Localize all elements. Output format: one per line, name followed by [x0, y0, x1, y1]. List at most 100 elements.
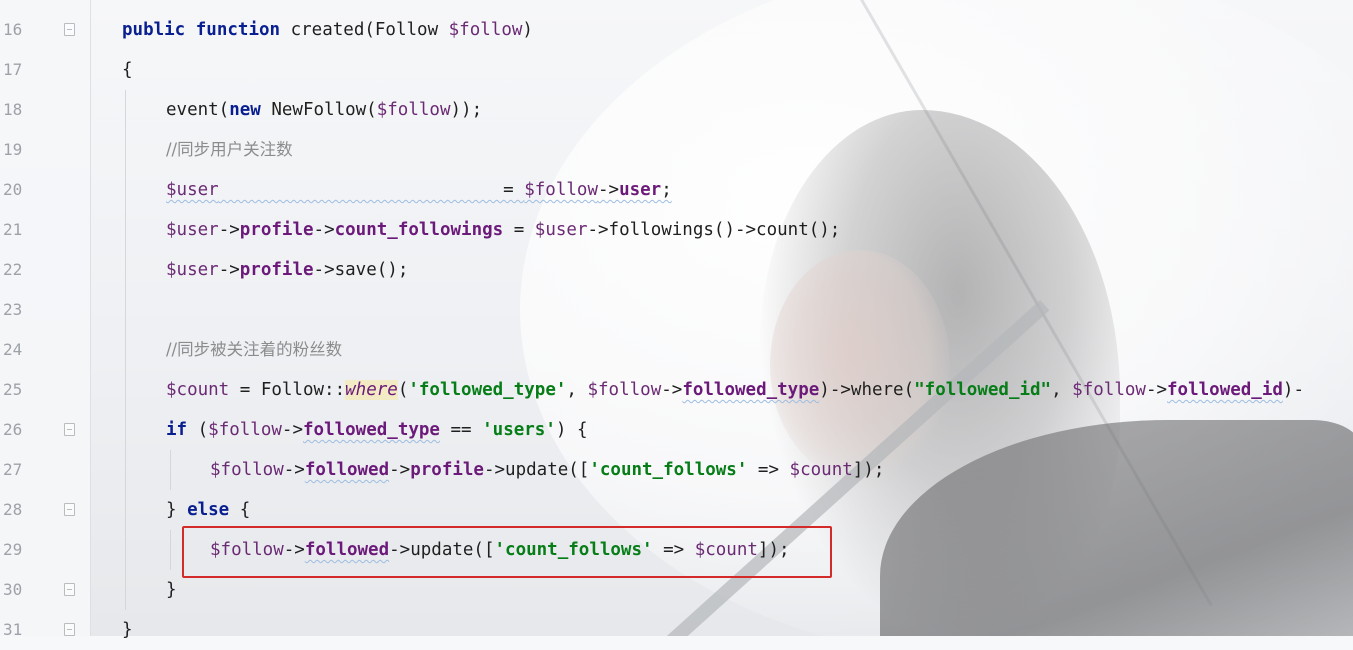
code-token: $user — [534, 220, 588, 240]
code-token: ) { — [555, 420, 588, 440]
code-token: public — [122, 20, 186, 40]
indent-guide — [170, 450, 171, 490]
code-token: $count — [789, 460, 853, 480]
code-token: "followed_id" — [914, 380, 1052, 400]
code-token: profile — [239, 220, 314, 240]
line-number: 18 — [3, 100, 23, 119]
code-text: //同步被关注着的粉丝数 — [166, 330, 342, 370]
code-token: 'users' — [482, 420, 556, 440]
code-line[interactable]: 17 { — [0, 50, 1353, 90]
code-text: if ($follow->followed_type == 'users') { — [166, 410, 588, 450]
code-line[interactable]: 28} else { — [0, 490, 1353, 530]
code-text: { — [122, 50, 133, 90]
code-token: } — [166, 580, 177, 600]
code-token: } — [166, 500, 188, 520]
code-token: where — [345, 380, 398, 400]
code-token: $follow — [208, 420, 282, 440]
code-token: $follow — [376, 100, 451, 120]
fold-marker-icon[interactable] — [64, 623, 75, 636]
code-token: )); — [450, 100, 483, 120]
code-token: , — [1051, 380, 1073, 400]
code-token: -> — [1145, 380, 1168, 400]
code-token: { — [229, 500, 251, 520]
line-number: 28 — [3, 500, 23, 519]
code-token: ->save(); — [313, 260, 409, 280]
code-token: $user — [166, 260, 219, 280]
code-token: created(Follow — [280, 20, 449, 40]
code-token: { — [122, 60, 133, 80]
code-line[interactable]: 22 $user->profile->save(); — [0, 250, 1353, 290]
line-number: 26 — [3, 420, 23, 439]
line-number: 21 — [3, 220, 23, 239]
code-token: $user — [166, 220, 219, 240]
code-text: $user->profile->count_followings = $user… — [166, 210, 840, 250]
code-token: -> — [598, 180, 620, 200]
line-number: 25 — [3, 380, 23, 399]
code-line[interactable]: 25 $count = Follow::where('followed_type'… — [0, 370, 1353, 410]
line-number: 29 — [3, 540, 23, 559]
code-text: event(new NewFollow($follow)); — [166, 90, 482, 130]
code-token: $count — [166, 380, 230, 400]
code-token: -> — [661, 380, 683, 400]
code-line[interactable]: 27 $follow->followed->profile->update(['c… — [0, 450, 1353, 490]
code-line[interactable]: 20 $user = $follow->user; — [0, 170, 1353, 210]
line-number: 24 — [3, 340, 23, 359]
code-text: public function created(Follow $follow) — [122, 10, 533, 50]
code-token: profile — [239, 260, 314, 280]
code-token: 'followed_type' — [408, 380, 567, 400]
code-line[interactable]: 18 event(new NewFollow($follow)); — [0, 90, 1353, 130]
code-line[interactable]: 16 public function created(Follow $follow… — [0, 10, 1353, 50]
code-text: //同步用户关注数 — [166, 130, 293, 170]
code-line[interactable]: 19 //同步用户关注数 — [0, 130, 1353, 170]
code-token: ->followings()->count(); — [587, 220, 841, 240]
code-token: $follow — [1072, 380, 1146, 400]
code-line[interactable]: 21 $user->profile->count_followings = $us… — [0, 210, 1353, 250]
code-token: followed_type — [682, 380, 820, 400]
code-token: //同步用户关注数 — [166, 140, 293, 159]
code-token: $follow — [524, 180, 598, 200]
code-token: ->update([ — [483, 460, 590, 480]
code-token: $follow — [210, 460, 284, 480]
line-number: 23 — [3, 300, 23, 319]
code-token: followed — [304, 460, 390, 480]
line-number: 30 — [3, 580, 23, 599]
code-text: $follow->followed->profile->update(['cou… — [210, 450, 884, 490]
code-line[interactable]: 23 — [0, 290, 1353, 330]
indent-guide — [170, 530, 171, 570]
code-token: $user — [166, 180, 219, 200]
code-token: -> — [389, 460, 411, 480]
line-number: 17 — [3, 60, 23, 79]
code-token: -> — [283, 460, 305, 480]
line-number: 16 — [3, 20, 23, 39]
code-line[interactable]: 24 //同步被关注着的粉丝数 — [0, 330, 1353, 370]
fold-marker-icon[interactable] — [64, 423, 75, 436]
code-token: $follow — [587, 380, 662, 400]
code-token: new — [229, 100, 261, 120]
indent-guide — [125, 90, 126, 610]
code-token: ( — [187, 420, 209, 440]
line-number: 31 — [3, 620, 23, 639]
highlight-box — [182, 526, 832, 578]
code-text: } — [122, 610, 133, 650]
fold-marker-icon[interactable] — [64, 583, 75, 596]
fold-marker-icon[interactable] — [64, 23, 75, 36]
code-text: $count = Follow::where('followed_type', … — [166, 370, 1304, 410]
code-line[interactable]: 31} — [0, 610, 1353, 650]
code-token: 'count_follows' — [589, 460, 748, 480]
code-token: } — [122, 620, 133, 640]
code-token: event( — [166, 100, 230, 120]
code-token: followed_id — [1167, 380, 1283, 400]
code-text: $user->profile->save(); — [166, 250, 408, 290]
code-line[interactable]: 26 if ($follow->followed_type == 'users')… — [0, 410, 1353, 450]
code-token: if — [166, 420, 188, 440]
code-token: ) — [522, 20, 533, 40]
line-number: 22 — [3, 260, 23, 279]
code-token: )->where( — [819, 380, 915, 400]
code-token: -> — [218, 220, 240, 240]
code-token: followed_type — [303, 420, 440, 440]
code-token: else — [187, 500, 230, 520]
fold-marker-icon[interactable] — [64, 503, 75, 516]
code-token: $follow — [448, 20, 523, 40]
code-token: ; — [661, 180, 672, 200]
code-token: ( — [397, 380, 409, 400]
